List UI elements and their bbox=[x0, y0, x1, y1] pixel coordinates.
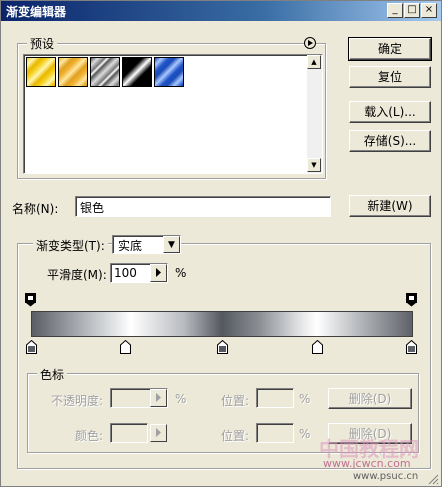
smoothness-input[interactable]: 100 bbox=[110, 263, 168, 283]
ok-button[interactable]: 确定 bbox=[348, 37, 432, 61]
maximize-icon: □ bbox=[407, 4, 417, 15]
watermark-line3: www.psuc.cn bbox=[353, 471, 419, 482]
location-input-1[interactable] bbox=[256, 388, 294, 408]
location-unit-2: % bbox=[299, 427, 311, 441]
location-label-1: 位置: bbox=[221, 394, 250, 408]
smoothness-arrow-button[interactable] bbox=[150, 264, 167, 282]
location-input-2[interactable] bbox=[256, 423, 294, 443]
opacity-stop-left[interactable] bbox=[25, 293, 36, 307]
close-button[interactable]: × bbox=[421, 3, 437, 18]
triangle-right-icon bbox=[156, 428, 161, 437]
reset-button[interactable]: 复位 bbox=[349, 66, 431, 88]
close-icon: × bbox=[424, 4, 434, 15]
preset-swatch-black[interactable] bbox=[122, 57, 152, 87]
minimize-icon: _ bbox=[392, 4, 398, 15]
presets-label: 预设 bbox=[27, 35, 58, 52]
triangle-right-icon bbox=[156, 393, 161, 402]
new-button[interactable]: 新建(W) bbox=[349, 195, 431, 217]
preset-swatch-silver[interactable] bbox=[90, 57, 120, 87]
color-stop-3[interactable] bbox=[217, 340, 228, 354]
preset-swatch-orange[interactable] bbox=[58, 57, 88, 87]
triangle-right-icon bbox=[156, 268, 161, 277]
presets-menu-button[interactable] bbox=[304, 37, 316, 49]
name-input[interactable]: 银色 bbox=[75, 196, 331, 217]
gradient-preview-bar[interactable] bbox=[31, 311, 413, 337]
color-stop-5[interactable] bbox=[406, 340, 417, 354]
smoothness-value: 100 bbox=[114, 266, 137, 280]
title-bar[interactable]: 渐变编辑器 _ □ × bbox=[1, 1, 441, 21]
location-unit-1: % bbox=[299, 392, 311, 406]
opacity-input[interactable] bbox=[110, 388, 168, 408]
opacity-unit: % bbox=[175, 392, 187, 406]
gradient-editor-window: 渐变编辑器 _ □ × 预设 ▲ ▼ 确定 复位 载入(L)... 存储(S).… bbox=[0, 0, 442, 487]
color-arrow-button[interactable] bbox=[150, 424, 167, 442]
window-title: 渐变编辑器 bbox=[6, 5, 67, 19]
opacity-stop-right[interactable] bbox=[406, 293, 417, 307]
minimize-button[interactable]: _ bbox=[387, 3, 403, 18]
gradient-type-select[interactable]: 实底 ▼ bbox=[112, 235, 181, 254]
gradient-type-label: 渐变类型(T): bbox=[33, 237, 108, 254]
smoothness-label: 平滑度(M): bbox=[47, 268, 107, 282]
opacity-label: 不透明度: bbox=[51, 394, 104, 408]
preset-swatch-yellow[interactable] bbox=[26, 57, 56, 87]
color-label: 颜色: bbox=[75, 429, 104, 443]
triangle-right-icon bbox=[308, 40, 313, 46]
scroll-down-button[interactable]: ▼ bbox=[307, 158, 321, 172]
save-button[interactable]: 存储(S)... bbox=[349, 130, 431, 152]
presets-list[interactable]: ▲ ▼ bbox=[23, 54, 323, 174]
presets-scrollbar[interactable]: ▲ ▼ bbox=[307, 55, 322, 173]
smoothness-unit: % bbox=[175, 266, 187, 280]
location-label-2: 位置: bbox=[221, 429, 250, 443]
preset-swatch-blue[interactable] bbox=[154, 57, 184, 87]
scroll-up-button[interactable]: ▲ bbox=[307, 55, 321, 69]
maximize-button[interactable]: □ bbox=[404, 3, 420, 18]
chevron-down-icon[interactable]: ▼ bbox=[163, 236, 180, 253]
name-value: 银色 bbox=[80, 201, 105, 215]
name-label: 名称(N): bbox=[12, 202, 59, 216]
watermark-line2: www.jcwcn.com bbox=[323, 457, 411, 470]
load-button[interactable]: 载入(L)... bbox=[349, 101, 431, 123]
color-stop-4[interactable] bbox=[312, 340, 323, 354]
color-stops-label: 色标 bbox=[37, 366, 68, 383]
gradient-type-value: 实底 bbox=[118, 239, 143, 253]
color-swatch-input[interactable] bbox=[110, 423, 148, 443]
opacity-arrow-button[interactable] bbox=[150, 389, 167, 407]
resize-grip-icon[interactable] bbox=[427, 473, 439, 485]
delete-opacity-stop-button[interactable]: 删除(D) bbox=[328, 388, 412, 409]
color-stop-1[interactable] bbox=[26, 340, 37, 354]
color-stop-2[interactable] bbox=[120, 340, 131, 354]
